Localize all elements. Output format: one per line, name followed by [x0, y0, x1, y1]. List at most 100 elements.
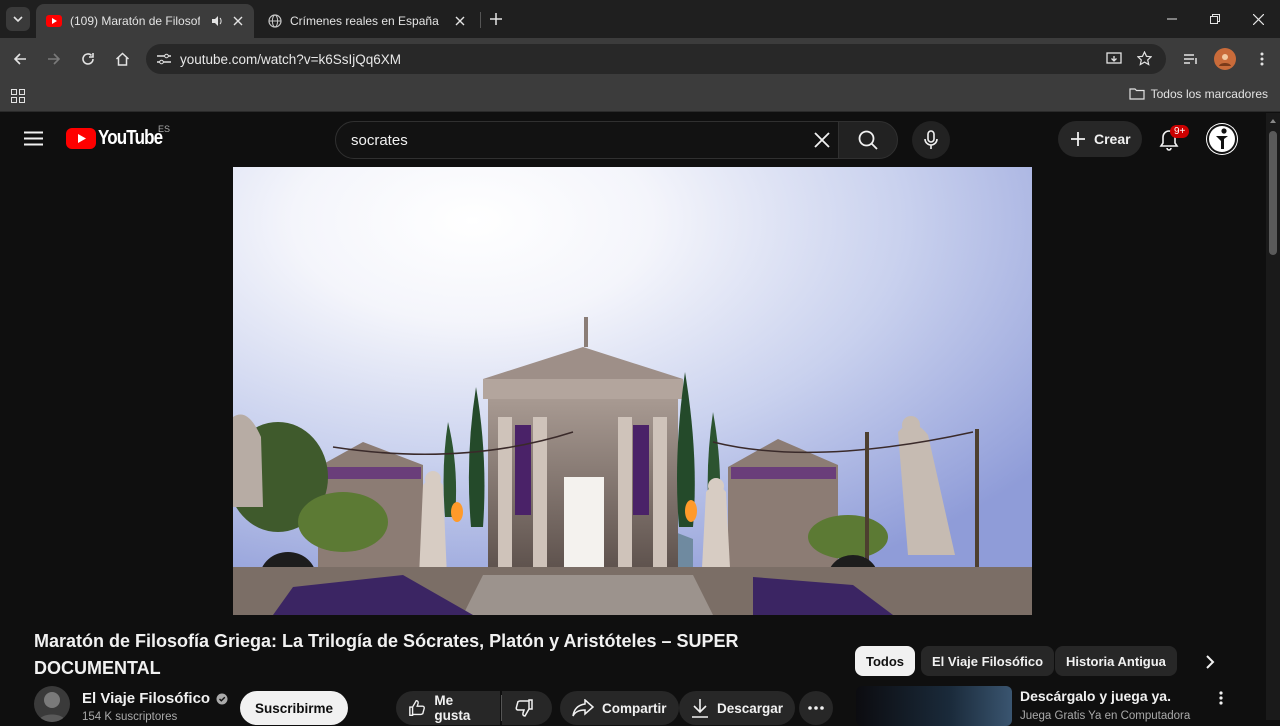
youtube-header: YouTube ES socrates Crear 9+	[0, 113, 1266, 167]
speaker-icon[interactable]	[210, 14, 224, 28]
youtube-favicon-icon	[46, 15, 62, 27]
download-label: Descargar	[717, 700, 784, 716]
guide-menu-button[interactable]	[24, 131, 43, 146]
all-bookmarks-folder[interactable]: Todos los marcadores	[1129, 87, 1268, 101]
thumbs-up-icon	[409, 699, 425, 717]
close-icon	[455, 16, 465, 26]
close-window-button[interactable]	[1247, 8, 1269, 30]
thumbs-down-icon	[515, 699, 533, 717]
like-label: Me gusta	[434, 693, 471, 723]
url-text: youtube.com/watch?v=k6SsIjQq6XM	[180, 51, 401, 67]
tab-search-button[interactable]	[6, 7, 30, 31]
chips-next-button[interactable]	[1198, 650, 1222, 674]
channel-avatar[interactable]	[34, 686, 70, 722]
bookmarks-bar: Todos los marcadores	[0, 80, 1280, 112]
download-icon	[692, 699, 708, 718]
reload-button[interactable]	[77, 48, 99, 70]
notification-badge: 9+	[1170, 125, 1190, 138]
share-label: Compartir	[602, 700, 667, 716]
subscriber-count: 154 K suscriptores	[82, 711, 178, 723]
avatar-icon	[1207, 124, 1237, 154]
arrow-right-icon	[48, 53, 61, 65]
minimize-button[interactable]	[1161, 8, 1183, 30]
site-info-icon[interactable]	[156, 52, 172, 66]
home-button[interactable]	[111, 48, 133, 70]
home-icon	[115, 52, 129, 66]
playlist-icon	[1184, 54, 1197, 64]
more-horizontal-icon	[808, 706, 824, 710]
minimize-icon	[1167, 18, 1177, 20]
voice-search-button[interactable]	[912, 121, 950, 159]
restore-icon	[1210, 14, 1220, 24]
channel-name-row: El Viaje Filosófico	[82, 690, 228, 707]
clear-search-button[interactable]	[814, 132, 830, 148]
tab-close-button[interactable]	[230, 13, 246, 29]
youtube-play-logo-icon	[66, 128, 96, 149]
browser-toolbar: youtube.com/watch?v=k6SsIjQq6XM	[0, 38, 1280, 80]
search-button[interactable]	[838, 121, 898, 159]
reload-icon	[82, 53, 94, 65]
search-icon	[858, 130, 878, 150]
tab-separator	[480, 12, 481, 28]
ad-title[interactable]: Descárgalo y juega ya.	[1020, 688, 1171, 704]
globe-favicon-icon	[268, 14, 282, 28]
chevron-right-icon	[1206, 655, 1215, 669]
avatar-icon	[1219, 54, 1231, 66]
video-player[interactable]	[233, 167, 1032, 615]
ad-menu-button[interactable]	[1214, 689, 1228, 707]
hamburger-icon	[24, 131, 43, 146]
chip-el-viaje-filosofico[interactable]: El Viaje Filosófico	[921, 646, 1055, 676]
tab-title: Crímenes reales en España	[290, 14, 439, 28]
scrollbar-thumb[interactable]	[1269, 131, 1277, 255]
close-icon	[1252, 13, 1264, 25]
microphone-icon	[924, 130, 938, 149]
chrome-menu-button[interactable]	[1251, 48, 1273, 70]
bookmarks-label: Todos los marcadores	[1150, 87, 1268, 101]
close-icon	[814, 132, 830, 148]
arrow-left-icon	[13, 53, 26, 65]
browser-tab-strip: (109) Maratón de Filosofía G Crímenes re…	[0, 0, 1280, 38]
avatar-icon	[38, 692, 66, 722]
search-query-text: socrates	[351, 132, 408, 149]
region-code: ES	[158, 124, 171, 134]
tab-close-button[interactable]	[452, 13, 468, 29]
bookmark-star-icon[interactable]	[1137, 51, 1152, 66]
tab-youtube[interactable]: (109) Maratón de Filosofía G	[36, 4, 254, 38]
tab-title: (109) Maratón de Filosofía G	[70, 14, 200, 28]
more-vertical-icon	[1260, 52, 1264, 66]
plus-icon	[1071, 132, 1085, 146]
forward-button[interactable]	[43, 48, 65, 70]
chevron-down-icon	[13, 16, 23, 23]
reading-list-button[interactable]	[1180, 48, 1202, 70]
install-app-icon[interactable]	[1106, 52, 1122, 66]
youtube-logo[interactable]: YouTube ES	[66, 124, 174, 150]
folder-icon	[1129, 88, 1145, 100]
chip-todos[interactable]: Todos	[855, 646, 916, 676]
more-vertical-icon	[1219, 691, 1223, 705]
create-button[interactable]: Crear	[1058, 121, 1142, 157]
chip-historia-antigua[interactable]: Historia Antigua	[1055, 646, 1177, 676]
grid-icon	[11, 89, 25, 103]
tab-crimenes[interactable]: Crímenes reales en España	[258, 4, 476, 38]
account-avatar[interactable]	[1206, 123, 1238, 155]
ad-thumbnail[interactable]	[856, 686, 1012, 726]
new-tab-button[interactable]	[486, 9, 506, 29]
page-scrollbar[interactable]	[1266, 113, 1280, 720]
scroll-up-icon[interactable]	[1266, 117, 1280, 125]
close-icon	[233, 16, 243, 26]
restore-button[interactable]	[1204, 8, 1226, 30]
logo-text: YouTube	[98, 127, 163, 149]
back-button[interactable]	[9, 48, 31, 70]
apps-button[interactable]	[7, 85, 29, 107]
address-bar[interactable]: youtube.com/watch?v=k6SsIjQq6XM	[146, 44, 1166, 74]
search-input[interactable]: socrates	[335, 121, 839, 159]
profile-avatar[interactable]	[1214, 48, 1236, 70]
ad-subtitle: Juega Gratis Ya en Computadora	[1020, 710, 1191, 722]
create-label: Crear	[1094, 131, 1131, 147]
video-frame-temple-scene	[233, 167, 1032, 615]
plus-icon	[490, 13, 502, 25]
verified-badge-icon	[216, 693, 228, 704]
video-title: Maratón de Filosofía Griega: La Trilogía…	[34, 631, 739, 678]
channel-name[interactable]: El Viaje Filosófico	[82, 690, 210, 707]
share-icon	[572, 699, 594, 717]
